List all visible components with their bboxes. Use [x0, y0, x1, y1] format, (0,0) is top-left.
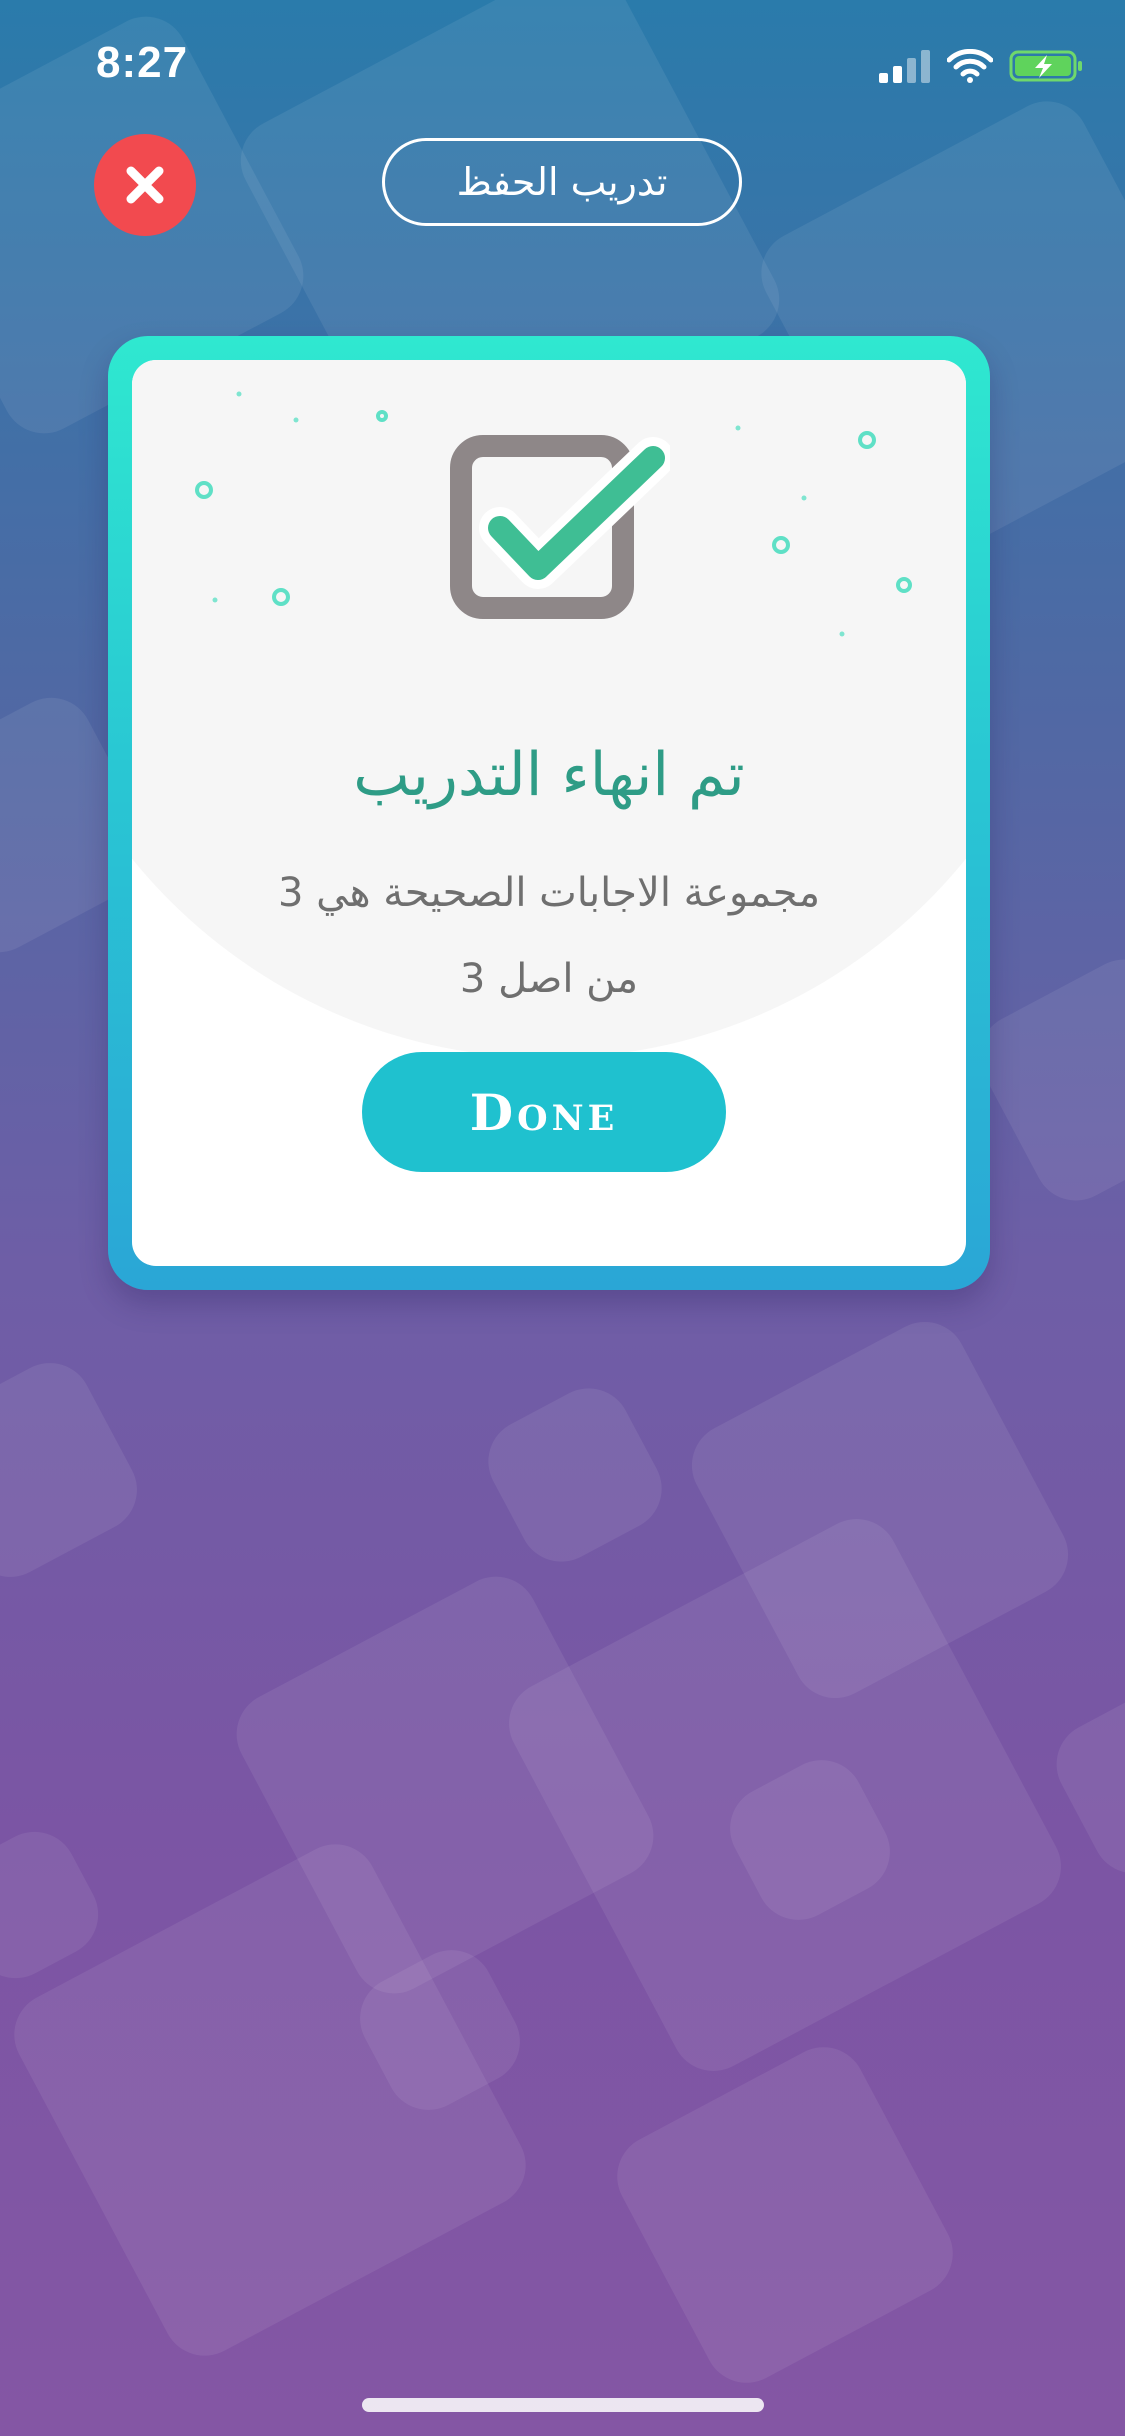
wifi-icon: [946, 48, 994, 87]
done-button[interactable]: Done: [362, 1052, 726, 1172]
battery-charging-icon: [1009, 49, 1085, 87]
done-button-label: Done: [469, 1082, 619, 1142]
screen-title: تدريب الحفظ: [382, 138, 742, 226]
close-icon: [126, 166, 164, 204]
close-button[interactable]: [94, 134, 196, 236]
cellular-signal-icon: [879, 49, 931, 87]
checkbox-checked-icon: [450, 435, 670, 619]
result-message-total: من اصل 3: [459, 956, 639, 1002]
result-card-body: تم انهاء التدريب مجموعة الاجابات الصحيحة…: [132, 360, 966, 1266]
result-message: مجموعة الاجابات الصحيحة هي 3: [277, 870, 821, 916]
status-icons: [879, 46, 1085, 90]
result-card: تم انهاء التدريب مجموعة الاجابات الصحيحة…: [108, 336, 990, 1290]
result-title: تم انهاء التدريب: [353, 740, 745, 810]
status-time: 8:27: [96, 38, 189, 87]
home-indicator[interactable]: [362, 2398, 764, 2412]
status-bar: 8:27: [0, 0, 1125, 132]
